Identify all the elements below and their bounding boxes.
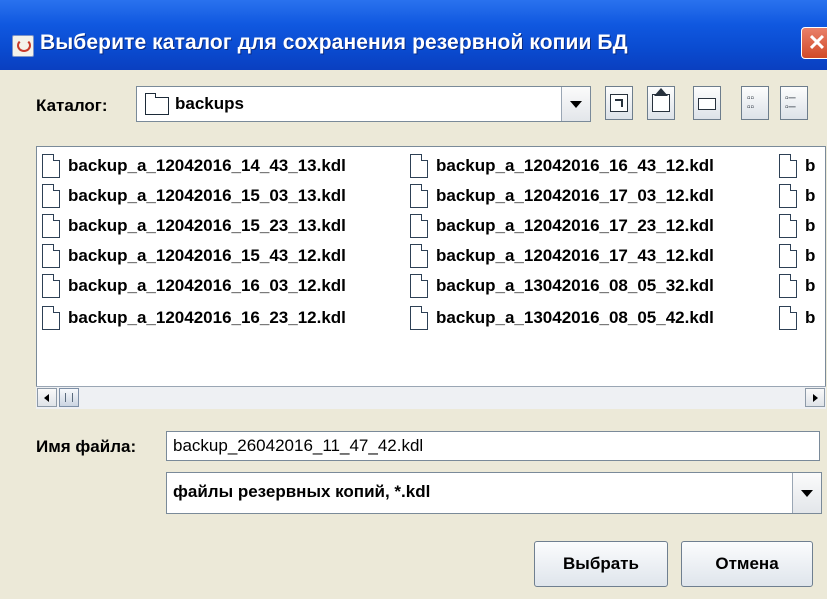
select-button[interactable]: Выбрать: [534, 541, 668, 587]
file-icon: [410, 154, 428, 178]
file-name: backup_a_12042016_15_03_13.kdl: [68, 186, 346, 205]
scroll-right-button[interactable]: [805, 388, 825, 407]
up-one-level-button[interactable]: [605, 86, 633, 120]
file-name: backup_a_12042016_15_43_12.kdl: [68, 246, 346, 265]
file-name: backup_a_12042016_17_23_12.kdl: [436, 216, 714, 235]
file-icon: [42, 244, 60, 268]
file-icon: [779, 244, 797, 268]
file-name: backup_a_12042016_16_23_12.kdl: [68, 308, 346, 327]
file-name: backup_a_12042016_16_43_12.kdl: [436, 156, 714, 175]
catalog-value: backups: [175, 94, 244, 113]
file-name: backup_a_12042016_17_43_12.kdl: [436, 246, 714, 265]
file-name: b: [805, 156, 816, 175]
file-name: backup_a_12042016_16_03_12.kdl: [68, 276, 346, 295]
details-view-button[interactable]: [780, 86, 808, 120]
filename-label: Имя файла:: [36, 437, 137, 456]
file-icon: [410, 244, 428, 268]
file-icon: [42, 306, 60, 330]
file-list[interactable]: backup_a_12042016_14_43_13.kdl backup_a_1…: [36, 146, 826, 406]
file-name: backup_a_13042016_08_05_42.kdl: [436, 308, 714, 327]
window-title: Выберите каталог для сохранения резервно…: [40, 31, 628, 54]
file-icon: [42, 154, 60, 178]
file-icon: [779, 306, 797, 330]
close-button[interactable]: ✕: [801, 27, 827, 59]
file-type-value: файлы резервных копий, *.kdl: [173, 482, 431, 501]
file-name: backup_a_12042016_15_23_13.kdl: [68, 216, 346, 235]
file-icon: [779, 154, 797, 178]
catalog-combobox[interactable]: backups: [136, 86, 591, 122]
details-view-icon: [785, 94, 803, 112]
file-name: b: [805, 308, 816, 327]
file-icon: [410, 184, 428, 208]
folder-icon: [145, 93, 169, 115]
scroll-left-button[interactable]: [37, 388, 57, 407]
title-bar: Выберите каталог для сохранения резервно…: [0, 0, 827, 70]
file-icon: [410, 214, 428, 238]
file-icon: [779, 214, 797, 238]
file-type-combobox[interactable]: файлы резервных копий, *.kdl: [166, 472, 822, 514]
horizontal-scrollbar[interactable]: [36, 386, 826, 409]
file-name: backup_a_13042016_08_05_32.kdl: [436, 276, 714, 295]
new-folder-button[interactable]: [693, 86, 721, 120]
file-icon: [410, 306, 428, 330]
new-folder-icon: [698, 98, 716, 110]
chevron-down-icon[interactable]: [792, 473, 821, 513]
java-app-icon: [12, 35, 34, 57]
file-name: b: [805, 216, 816, 235]
file-icon: [410, 274, 428, 298]
chevron-down-icon[interactable]: [561, 87, 590, 121]
file-icon: [779, 184, 797, 208]
file-name: b: [805, 246, 816, 265]
file-name: b: [805, 276, 816, 295]
filename-value: backup_26042016_11_47_42.kdl: [173, 436, 424, 455]
file-name: backup_a_12042016_17_03_12.kdl: [436, 186, 714, 205]
filename-input[interactable]: backup_26042016_11_47_42.kdl: [166, 431, 820, 461]
file-icon: [42, 214, 60, 238]
list-view-icon: [746, 94, 764, 112]
home-icon: [652, 88, 670, 112]
file-name: b: [805, 186, 816, 205]
file-name: backup_a_12042016_14_43_13.kdl: [68, 156, 346, 175]
up-folder-icon: [610, 94, 628, 112]
file-icon: [42, 274, 60, 298]
file-icon: [42, 184, 60, 208]
file-icon: [779, 274, 797, 298]
list-view-button[interactable]: [741, 86, 769, 120]
cancel-button[interactable]: Отмена: [681, 541, 813, 587]
scroll-thumb[interactable]: [59, 388, 79, 407]
catalog-label: Каталог:: [36, 96, 108, 115]
home-button[interactable]: [647, 86, 675, 120]
